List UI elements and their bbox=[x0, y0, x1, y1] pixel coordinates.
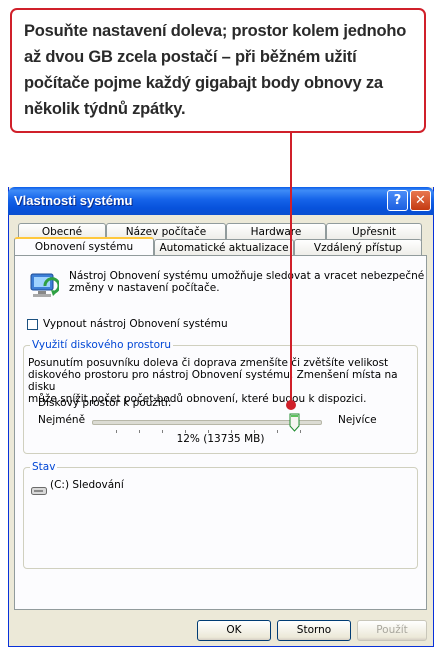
callout-text: Posuňte nastavení doleva; prostor kolem … bbox=[24, 18, 414, 122]
slider-min-label: Nejméně bbox=[38, 414, 86, 426]
intro-line: změny v nastavení počítače. bbox=[69, 282, 220, 294]
system-restore-icon bbox=[27, 270, 61, 302]
callout-line: počítače pojme každý gigabajt body obnov… bbox=[24, 74, 383, 92]
apply-button[interactable]: Použít bbox=[357, 620, 427, 641]
intro-line: Nástroj Obnovení systému umožňuje sledov… bbox=[69, 270, 425, 282]
callout-box: Posuňte nastavení doleva; prostor kolem … bbox=[10, 8, 426, 133]
drive-status-label[interactable]: (C:) Sledování bbox=[50, 479, 124, 491]
slider-label: Diskový prostor k použití: bbox=[38, 397, 172, 409]
disk-usage-title: Využití diskového prostoru bbox=[30, 339, 174, 351]
system-properties-window: Vlastnosti systému ? ✕ Obecné Název počí… bbox=[8, 187, 434, 647]
disk-usage-group: Využití diskového prostoru Posunutím pos… bbox=[23, 339, 418, 454]
close-button[interactable]: ✕ bbox=[410, 190, 431, 211]
status-title: Stav bbox=[30, 461, 58, 473]
slider-track bbox=[92, 420, 322, 425]
callout-connector bbox=[290, 133, 292, 407]
cancel-button[interactable]: Storno bbox=[277, 620, 351, 641]
window-title: Vlastnosti systému bbox=[14, 193, 133, 208]
help-button[interactable]: ? bbox=[387, 190, 408, 211]
tab-panel: Nástroj Obnovení systému umožňuje sledov… bbox=[14, 255, 427, 610]
tab-system-restore[interactable]: Obnovení systému bbox=[14, 237, 154, 257]
intro-text: Nástroj Obnovení systému umožňuje sledov… bbox=[69, 270, 424, 294]
slider-max-label: Nejvíce bbox=[338, 414, 377, 426]
callout-pointer-dot bbox=[286, 400, 296, 410]
disable-restore-label[interactable]: Vypnout nástroj Obnovení systému bbox=[43, 318, 228, 330]
callout-line: několik týdnů zpátky. bbox=[24, 100, 186, 118]
status-group: Stav (C:) Sledování bbox=[23, 461, 418, 569]
title-bar[interactable]: Vlastnosti systému ? ✕ bbox=[8, 187, 434, 215]
disable-restore-checkbox[interactable] bbox=[27, 319, 38, 330]
description-line: diskového prostoru pro nástroj Obnovení … bbox=[28, 369, 398, 393]
drive-icon bbox=[31, 481, 47, 495]
callout-line: až dvou GB zcela postačí – při běžném už… bbox=[24, 48, 357, 66]
disk-space-slider[interactable] bbox=[92, 413, 322, 434]
description-line: Posunutím posuvníku doleva či doprava zm… bbox=[28, 357, 389, 369]
ok-button[interactable]: OK bbox=[197, 620, 271, 641]
slider-thumb[interactable] bbox=[289, 413, 300, 432]
slider-value: 12% (13735 MB) bbox=[176, 433, 265, 445]
callout-line: Posuňte nastavení doleva; prostor kolem … bbox=[24, 22, 407, 40]
